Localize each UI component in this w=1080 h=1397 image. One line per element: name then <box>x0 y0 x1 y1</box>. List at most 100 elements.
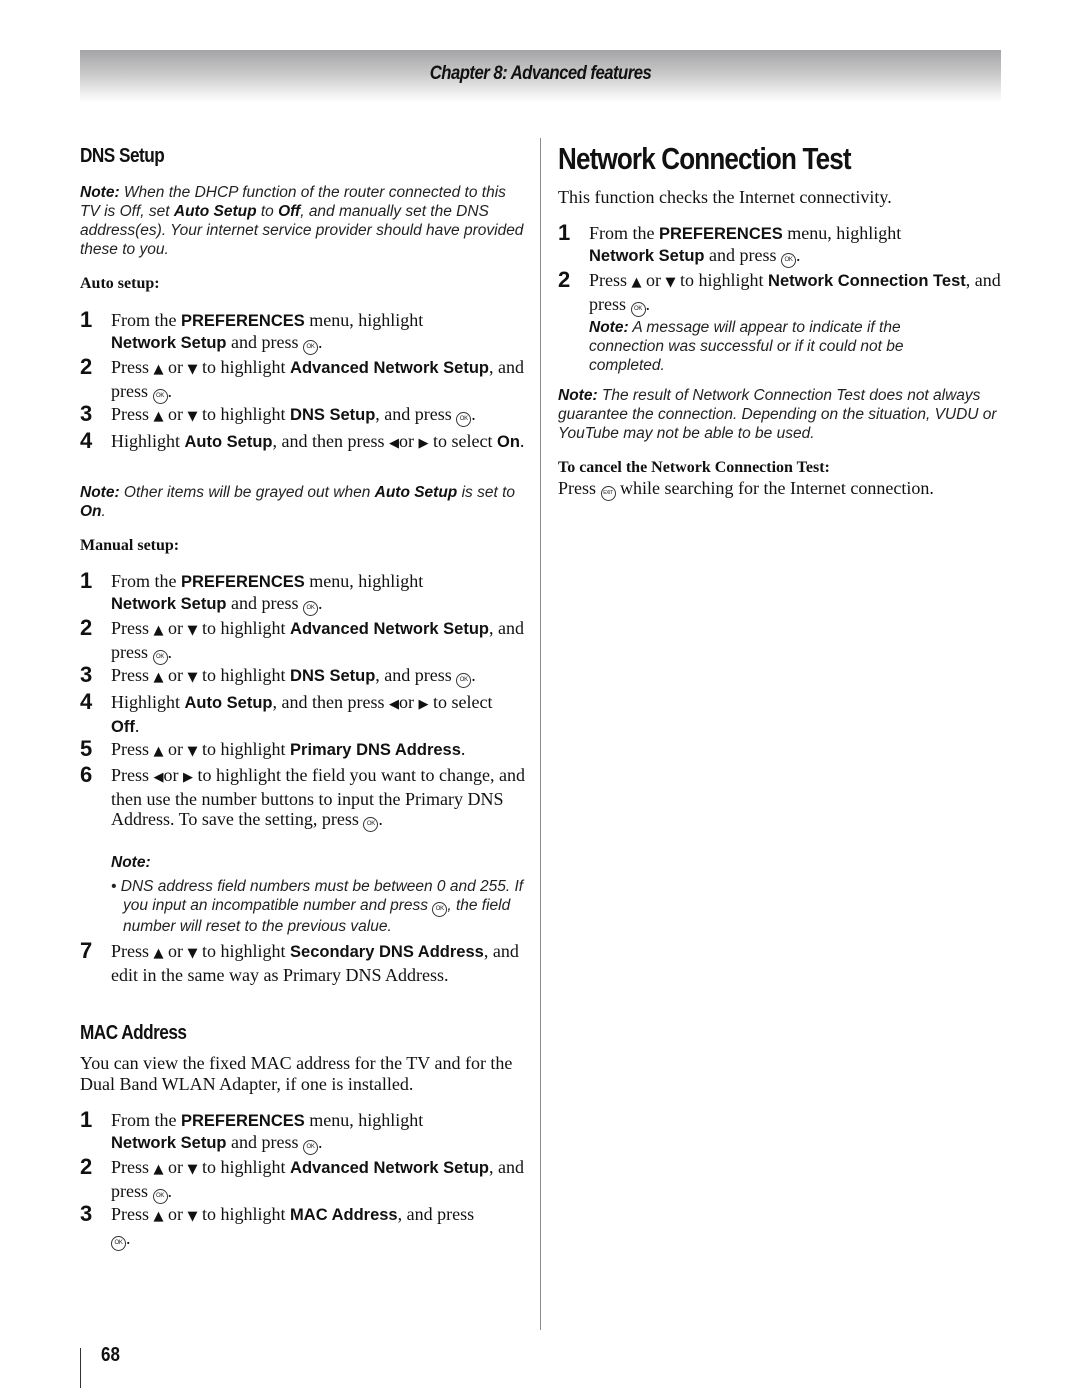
right-arrow-icon: ▶ <box>183 770 194 785</box>
ok-button-icon: OK <box>630 301 646 317</box>
down-arrow-icon: ▼ <box>187 946 198 961</box>
step-number: 3 <box>80 401 93 426</box>
dns-setup-note: Note: When the DHCP function of the rout… <box>80 184 524 258</box>
mac-address-intro: You can view the fixed MAC address for t… <box>80 1053 513 1094</box>
dns-setup-heading: DNS Setup <box>80 145 165 167</box>
ok-button-icon: OK <box>152 1188 168 1204</box>
step-text: Press ▲ or ▼ to highlight DNS Setup, and… <box>111 404 530 428</box>
step-number: 2 <box>80 1154 93 1179</box>
step-text: From the PREFERENCES menu, highlight Net… <box>589 223 1003 268</box>
right-arrow-icon: ▶ <box>418 697 429 712</box>
step-text: From the PREFERENCES menu, highlight Net… <box>111 571 525 616</box>
step-text: Press ▲ or ▼ to highlight Network Connec… <box>589 270 1003 317</box>
step-text: Press ▲ or ▼ to highlight Secondary DNS … <box>111 941 519 985</box>
manual-step-6: 6 Press ◀or ▶ to highlight the field you… <box>80 762 525 832</box>
chapter-title: Chapter 8: Advanced features <box>429 63 652 84</box>
step-number: 4 <box>80 428 93 453</box>
step-number: 1 <box>80 1107 93 1132</box>
ok-button-icon: OK <box>456 412 472 427</box>
test-step-2-note: Note: A message will appear to indicate … <box>589 319 904 374</box>
ok-button-icon: OK <box>456 673 472 688</box>
step-text: Press ◀or ▶ to highlight the field you w… <box>111 765 525 832</box>
up-arrow-icon: ▲ <box>153 1209 164 1224</box>
manual-step-5: 5 Press ▲ or ▼ to highlight Primary DNS … <box>80 736 525 763</box>
auto-step-3: 3 Press ▲ or ▼ to highlight DNS Setup, a… <box>80 401 530 428</box>
step-number: 2 <box>80 615 93 640</box>
step-text: Press ▲ or ▼ to highlight DNS Setup, and… <box>111 665 530 689</box>
left-arrow-icon: ◀ <box>389 436 399 451</box>
network-test-intro: This function checks the Internet connec… <box>558 187 892 207</box>
chapter-header-band: Chapter 8: Advanced features <box>80 50 1001 102</box>
step-text: Highlight Auto Setup, and then press ◀or… <box>111 431 525 451</box>
step-text: Press ▲ or ▼ to highlight Primary DNS Ad… <box>111 739 466 759</box>
test-step-2: 2 Press ▲ or ▼ to highlight Network Conn… <box>558 267 1003 317</box>
mac-step-3: 3 Press ▲ or ▼ to highlight MAC Address,… <box>80 1201 525 1251</box>
ok-button-icon: OK <box>152 649 168 665</box>
down-arrow-icon: ▼ <box>187 623 198 638</box>
up-arrow-icon: ▲ <box>153 362 164 377</box>
step-text: Press ▲ or ▼ to highlight Advanced Netwo… <box>111 1157 525 1204</box>
step-number: 6 <box>80 762 93 787</box>
ok-button-icon: OK <box>303 600 319 616</box>
column-divider <box>540 138 541 1330</box>
step-text: Press ▲ or ▼ to highlight MAC Address, a… <box>111 1204 525 1251</box>
step-text: Highlight Auto Setup, and then press ◀or… <box>111 692 493 736</box>
down-arrow-icon: ▼ <box>187 744 198 759</box>
step-number: 7 <box>80 938 93 963</box>
step-text: From the PREFERENCES menu, highlight Net… <box>111 1110 525 1155</box>
manual-step-4: 4 Highlight Auto Setup, and then press ◀… <box>80 689 525 737</box>
ok-button-icon: OK <box>781 252 797 268</box>
up-arrow-icon: ▲ <box>153 670 164 685</box>
network-test-heading: Network Connection Test <box>558 141 852 176</box>
step-number: 1 <box>80 307 93 332</box>
mac-step-1: 1 From the PREFERENCES menu, highlight N… <box>80 1107 525 1155</box>
ok-button-icon: OK <box>303 1139 319 1155</box>
exit-button-icon: EXIT <box>600 486 616 501</box>
up-arrow-icon: ▲ <box>153 623 164 638</box>
down-arrow-icon: ▼ <box>187 362 198 377</box>
up-arrow-icon: ▲ <box>631 275 642 290</box>
step-number: 3 <box>80 662 93 687</box>
down-arrow-icon: ▼ <box>187 1209 198 1224</box>
mac-address-heading: MAC Address <box>80 1022 187 1044</box>
auto-setup-note: Note: Other items will be grayed out whe… <box>80 484 515 520</box>
auto-step-1: 1 From the PREFERENCES menu, highlight N… <box>80 307 525 355</box>
left-arrow-icon: ◀ <box>389 697 399 712</box>
step-text: From the PREFERENCES menu, highlight Net… <box>111 310 525 355</box>
ok-button-icon: OK <box>111 1235 126 1251</box>
down-arrow-icon: ▼ <box>187 1162 198 1177</box>
step-text: Press ▲ or ▼ to highlight Advanced Netwo… <box>111 618 525 665</box>
step-number: 1 <box>80 568 93 593</box>
manual-step-2: 2 Press ▲ or ▼ to highlight Advanced Net… <box>80 615 525 665</box>
manual-step-3: 3 Press ▲ or ▼ to highlight DNS Setup, a… <box>80 662 530 689</box>
cancel-test-text: Press EXIT while searching for the Inter… <box>558 478 1003 501</box>
test-step-1: 1 From the PREFERENCES menu, highlight N… <box>558 220 1003 268</box>
right-arrow-icon: ▶ <box>418 436 429 451</box>
cancel-test-heading: To cancel the Network Connection Test: <box>558 459 830 476</box>
note-bullet: • DNS address field numbers must be betw… <box>111 878 524 935</box>
down-arrow-icon: ▼ <box>665 275 676 290</box>
step-number: 4 <box>80 689 93 714</box>
step-number: 3 <box>80 1201 93 1226</box>
step-number: 5 <box>80 736 93 761</box>
manual-step-1: 1 From the PREFERENCES menu, highlight N… <box>80 568 525 616</box>
step-number: 1 <box>558 220 571 245</box>
step-text: Press ▲ or ▼ to highlight Advanced Netwo… <box>111 357 525 404</box>
down-arrow-icon: ▼ <box>187 409 198 424</box>
up-arrow-icon: ▲ <box>153 744 164 759</box>
ok-button-icon: OK <box>432 902 448 917</box>
up-arrow-icon: ▲ <box>153 1162 164 1177</box>
ok-button-icon: OK <box>303 339 319 355</box>
auto-step-4: 4 Highlight Auto Setup, and then press ◀… <box>80 428 525 455</box>
step-number: 2 <box>558 267 571 292</box>
auto-step-2: 2 Press ▲ or ▼ to highlight Advanced Net… <box>80 354 525 404</box>
page-number: 68 <box>101 1344 120 1366</box>
left-arrow-icon: ◀ <box>153 770 164 785</box>
up-arrow-icon: ▲ <box>153 409 164 424</box>
up-arrow-icon: ▲ <box>153 946 164 961</box>
manual-step-7: 7 Press ▲ or ▼ to highlight Secondary DN… <box>80 938 525 985</box>
step-6-note: Note: • DNS address field numbers must b… <box>111 853 526 936</box>
note-label: Note: <box>111 854 151 871</box>
test-result-note: Note: The result of Network Connection T… <box>558 387 997 442</box>
page-number-rule <box>80 1348 81 1388</box>
